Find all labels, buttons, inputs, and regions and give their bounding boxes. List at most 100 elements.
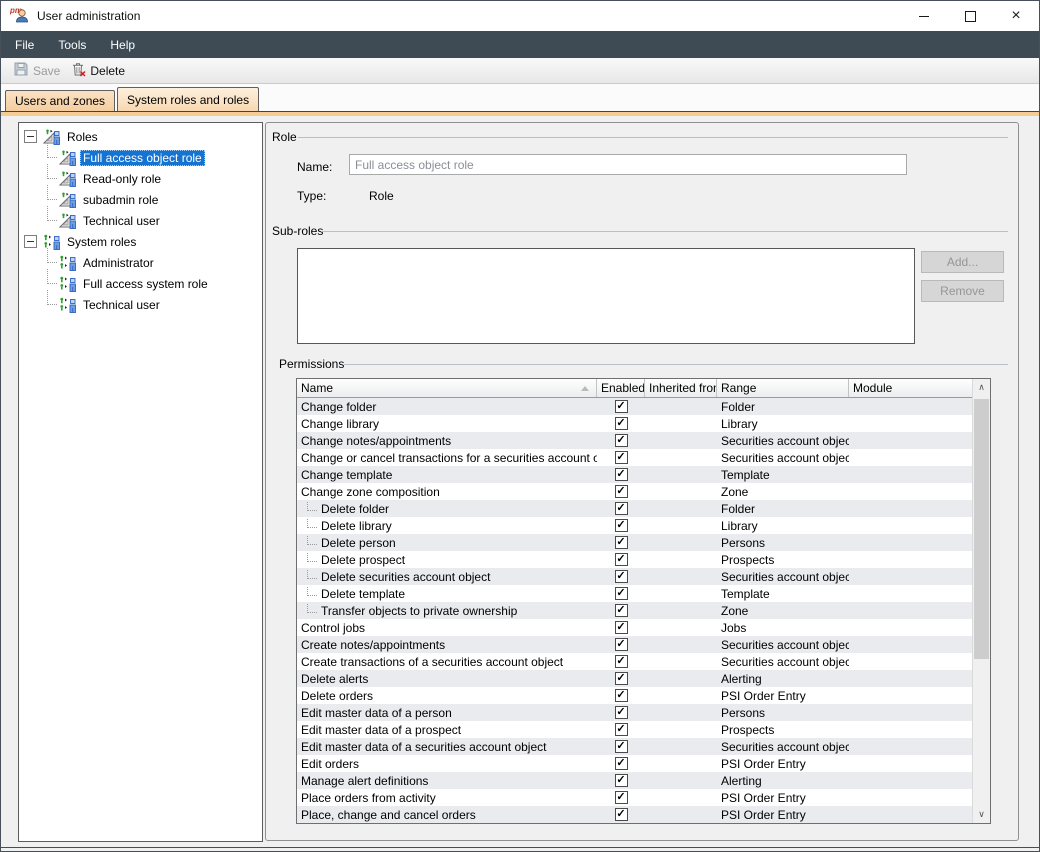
permission-row[interactable]: Delete prospect✓Prospects [297, 551, 990, 568]
minimize-button[interactable] [901, 1, 947, 31]
close-icon: × [1011, 11, 1020, 21]
enabled-checkbox[interactable]: ✓ [615, 434, 628, 447]
permission-name: Delete library [297, 519, 597, 533]
permission-row[interactable]: Edit orders✓PSI Order Entry [297, 755, 990, 772]
enabled-cell: ✓ [597, 723, 645, 736]
enabled-checkbox[interactable]: ✓ [615, 774, 628, 787]
enabled-checkbox[interactable]: ✓ [615, 502, 628, 515]
enabled-checkbox[interactable]: ✓ [615, 655, 628, 668]
permission-row[interactable]: Control jobs✓Jobs [297, 619, 990, 636]
permission-name: Change library [297, 417, 597, 431]
range-cell: Zone [717, 485, 849, 499]
permission-row[interactable]: Delete securities account object✓Securit… [297, 568, 990, 585]
enabled-checkbox[interactable]: ✓ [615, 451, 628, 464]
collapse-minus-icon[interactable] [24, 130, 37, 143]
permission-row[interactable]: Change notes/appointments✓Securities acc… [297, 432, 990, 449]
enabled-cell: ✓ [597, 519, 645, 532]
enabled-checkbox[interactable]: ✓ [615, 536, 628, 549]
permission-row[interactable]: Change template✓Template [297, 466, 990, 483]
permission-row[interactable]: Create notes/appointments✓Securities acc… [297, 636, 990, 653]
enabled-checkbox[interactable]: ✓ [615, 638, 628, 651]
enabled-checkbox[interactable]: ✓ [615, 672, 628, 685]
column-header-name[interactable]: Name [297, 379, 597, 397]
range-cell: Jobs [717, 621, 849, 635]
enabled-checkbox[interactable]: ✓ [615, 740, 628, 753]
enabled-cell: ✓ [597, 553, 645, 566]
permission-row[interactable]: Create transactions of a securities acco… [297, 653, 990, 670]
permission-row[interactable]: Edit master data of a prospect✓Prospects [297, 721, 990, 738]
enabled-checkbox[interactable]: ✓ [615, 808, 628, 821]
column-header-enabled[interactable]: Enabled [597, 379, 645, 397]
enabled-checkbox[interactable]: ✓ [615, 706, 628, 719]
permissions-group-label: Permissions [279, 357, 344, 371]
enabled-checkbox[interactable]: ✓ [615, 468, 628, 481]
enabled-cell: ✓ [597, 740, 645, 753]
permission-row[interactable]: Delete person✓Persons [297, 534, 990, 551]
object-role-icon [59, 150, 76, 166]
permission-row[interactable]: Edit master data of a securities account… [297, 738, 990, 755]
permission-row[interactable]: Edit master data of a person✓Persons [297, 704, 990, 721]
subroles-listbox[interactable] [297, 248, 915, 344]
add-subrole-button[interactable]: Add... [921, 251, 1004, 273]
enabled-checkbox[interactable]: ✓ [615, 757, 628, 770]
sort-ascending-icon [581, 386, 589, 391]
permission-row[interactable]: Change folder✓Folder [297, 398, 990, 415]
tab-system-roles-and-roles[interactable]: System roles and roles [117, 87, 259, 111]
enabled-checkbox[interactable]: ✓ [615, 400, 628, 413]
permission-row[interactable]: Change or cancel transactions for a secu… [297, 449, 990, 466]
range-cell: PSI Order Entry [717, 791, 849, 805]
column-header-module[interactable]: Module [849, 379, 975, 397]
roles-tree-panel: RolesFull access object roleRead-only ro… [18, 122, 263, 842]
enabled-checkbox[interactable]: ✓ [615, 723, 628, 736]
column-header-inherited-from[interactable]: Inherited from [645, 379, 717, 397]
object-role-icon [59, 192, 76, 208]
permission-name: Delete prospect [297, 553, 597, 567]
close-button[interactable]: × [993, 1, 1039, 31]
enabled-cell: ✓ [597, 502, 645, 515]
enabled-cell: ✓ [597, 757, 645, 770]
permission-row[interactable]: Delete template✓Template [297, 585, 990, 602]
permission-row[interactable]: Place, change and cancel orders✓PSI Orde… [297, 806, 990, 823]
permission-row[interactable]: Manage alert definitions✓Alerting [297, 772, 990, 789]
role-name-input[interactable] [349, 154, 907, 175]
menu-item-tools[interactable]: Tools [46, 31, 98, 58]
scrollbar-thumb[interactable] [974, 399, 989, 659]
permission-row[interactable]: Delete library✓Library [297, 517, 990, 534]
enabled-cell: ✓ [597, 774, 645, 787]
menu-item-help[interactable]: Help [98, 31, 147, 58]
enabled-checkbox[interactable]: ✓ [615, 621, 628, 634]
permission-row[interactable]: Delete orders✓PSI Order Entry [297, 687, 990, 704]
scroll-down-icon[interactable]: ∨ [973, 806, 990, 823]
permission-name: Create notes/appointments [297, 638, 597, 652]
enabled-checkbox[interactable]: ✓ [615, 689, 628, 702]
vertical-scrollbar[interactable]: ∧ ∨ [972, 379, 990, 823]
permission-row[interactable]: Delete folder✓Folder [297, 500, 990, 517]
tab-users-and-zones[interactable]: Users and zones [5, 90, 115, 111]
enabled-checkbox[interactable]: ✓ [615, 553, 628, 566]
tree-item-technical-user[interactable]: Technical user [19, 294, 262, 315]
permission-row[interactable]: Delete alerts✓Alerting [297, 670, 990, 687]
menu-item-file[interactable]: File [3, 31, 46, 58]
column-header-label: Range [721, 381, 756, 395]
enabled-checkbox[interactable]: ✓ [615, 587, 628, 600]
permissions-table-header: NameEnabledInherited from Range Module [297, 379, 990, 398]
permission-row[interactable]: Transfer objects to private ownership✓Zo… [297, 602, 990, 619]
column-header-range[interactable]: Range [717, 379, 849, 397]
permission-row[interactable]: Change library✓Library [297, 415, 990, 432]
delete-button[interactable]: Delete [65, 60, 130, 81]
collapse-minus-icon[interactable] [24, 235, 37, 248]
permission-row[interactable]: Place orders from activity✓PSI Order Ent… [297, 789, 990, 806]
floppy-save-icon [13, 61, 29, 80]
permission-row[interactable]: Change zone composition✓Zone [297, 483, 990, 500]
scroll-up-icon[interactable]: ∧ [973, 379, 990, 396]
enabled-checkbox[interactable]: ✓ [615, 570, 628, 583]
enabled-checkbox[interactable]: ✓ [615, 791, 628, 804]
remove-subrole-button[interactable]: Remove [921, 280, 1004, 302]
tree-item-technical-user[interactable]: Technical user [19, 210, 262, 231]
enabled-checkbox[interactable]: ✓ [615, 604, 628, 617]
maximize-button[interactable] [947, 1, 993, 31]
tree-group-label: System roles [64, 234, 139, 250]
enabled-checkbox[interactable]: ✓ [615, 519, 628, 532]
enabled-checkbox[interactable]: ✓ [615, 485, 628, 498]
enabled-checkbox[interactable]: ✓ [615, 417, 628, 430]
